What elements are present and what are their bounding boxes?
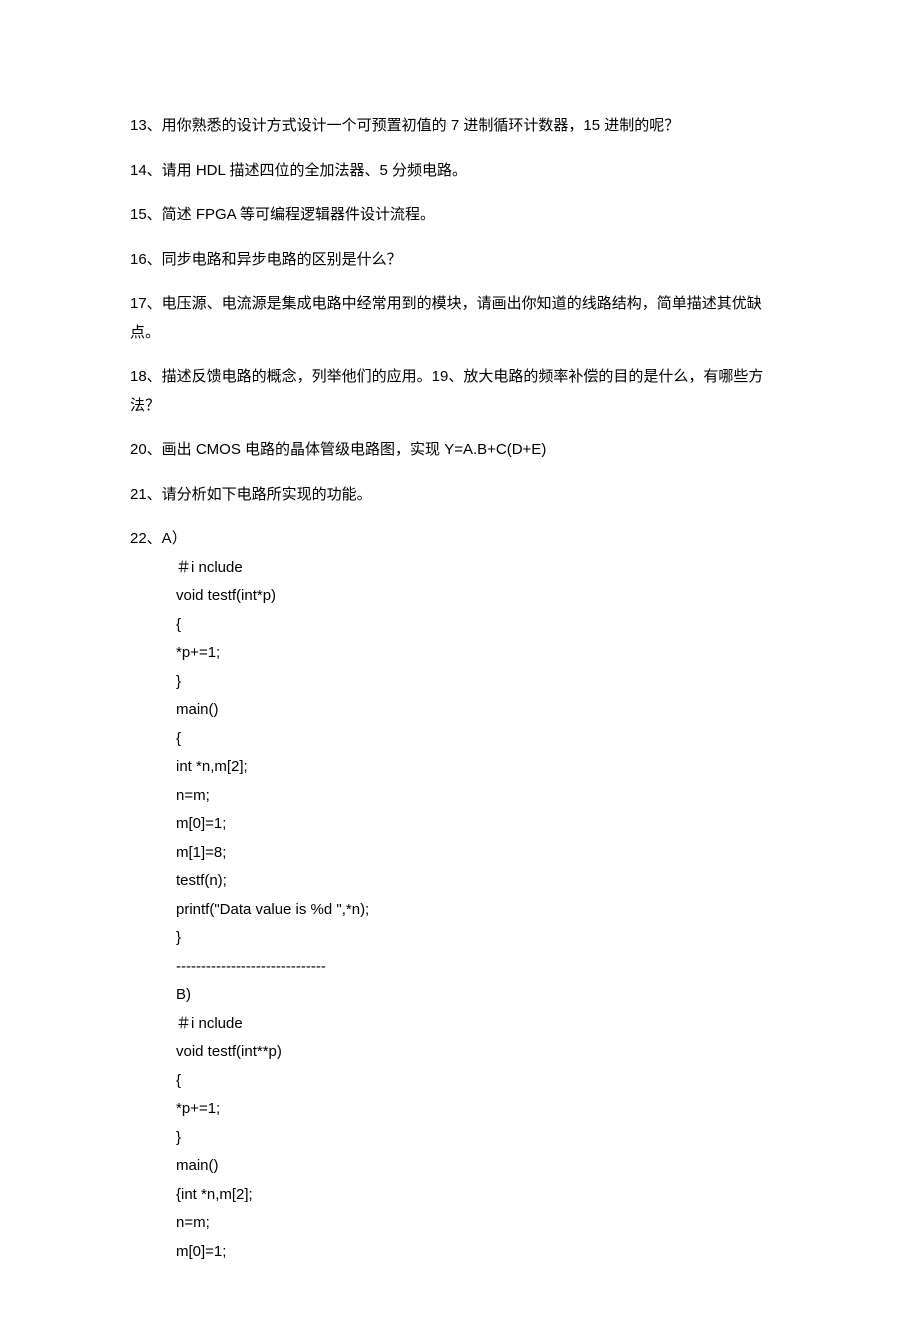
code-line: main() <box>130 1152 790 1181</box>
code-line: } <box>130 668 790 697</box>
question-text: 16、同步电路和异步电路的区别是什么？ <box>130 251 402 268</box>
code-line: m[1]=8; <box>130 839 790 868</box>
code-text: int *n,m[2]; <box>176 758 248 775</box>
code-text: *p+=1; <box>176 644 220 661</box>
code-line: int *n,m[2]; <box>130 753 790 782</box>
code-text: m[0]=1; <box>176 1243 226 1260</box>
question-14: 14、请用 HDL 描述四位的全加法器、5 分频电路。 <box>130 157 790 186</box>
code-text: { <box>176 616 181 633</box>
code-text: ＃i nclude <box>176 1015 243 1032</box>
question-16: 16、同步电路和异步电路的区别是什么？ <box>130 246 790 275</box>
code-line: m[0]=1; <box>130 1238 790 1267</box>
question-text: 17、电压源、电流源是集成电路中经常用到的模块，请画出你知道的线路结构，简单描述… <box>130 295 762 341</box>
code-text: n=m; <box>176 787 210 804</box>
code-line: n=m; <box>130 1209 790 1238</box>
code-text: } <box>176 673 181 690</box>
code-line: *p+=1; <box>130 1095 790 1124</box>
code-text: } <box>176 929 181 946</box>
code-line: { <box>130 611 790 640</box>
code-text: ＃i nclude <box>176 559 243 576</box>
code-line: testf(n); <box>130 867 790 896</box>
code-line: ＃i nclude <box>130 1010 790 1039</box>
code-text: {int *n,m[2]; <box>176 1186 253 1203</box>
code-text: printf("Data value is %d ",*n); <box>176 901 369 918</box>
code-text: m[0]=1; <box>176 815 226 832</box>
question-text: 18、描述反馈电路的概念，列举他们的应用。19、放大电路的频率补偿的目的是什么，… <box>130 368 763 414</box>
code-text: { <box>176 1072 181 1089</box>
code-text: main() <box>176 1157 219 1174</box>
question-text: 13、用你熟悉的设计方式设计一个可预置初值的 7 进制循环计数器，15 进制的呢… <box>130 117 679 134</box>
code-text: testf(n); <box>176 872 227 889</box>
code-first-line: 22、A） <box>130 525 790 554</box>
code-line: ------------------------------ <box>130 953 790 982</box>
code-line: } <box>130 1124 790 1153</box>
code-line: { <box>130 725 790 754</box>
code-line: ＃i nclude <box>130 554 790 583</box>
question-18-19: 18、描述反馈电路的概念，列举他们的应用。19、放大电路的频率补偿的目的是什么，… <box>130 363 790 420</box>
question-20: 20、画出 CMOS 电路的晶体管级电路图，实现 Y=A.B+C(D+E) <box>130 436 790 465</box>
code-line: {int *n,m[2]; <box>130 1181 790 1210</box>
code-line: n=m; <box>130 782 790 811</box>
code-text: main() <box>176 701 219 718</box>
code-line: m[0]=1; <box>130 810 790 839</box>
code-text: *p+=1; <box>176 1100 220 1117</box>
code-text: } <box>176 1129 181 1146</box>
code-line: void testf(int*p) <box>130 582 790 611</box>
question-17: 17、电压源、电流源是集成电路中经常用到的模块，请画出你知道的线路结构，简单描述… <box>130 290 790 347</box>
code-line: void testf(int**p) <box>130 1038 790 1067</box>
question-text: 20、画出 CMOS 电路的晶体管级电路图，实现 Y=A.B+C(D+E) <box>130 441 546 458</box>
code-text: ------------------------------ <box>176 958 326 975</box>
code-line: *p+=1; <box>130 639 790 668</box>
code-line: main() <box>130 696 790 725</box>
code-text: { <box>176 730 181 747</box>
code-text: B) <box>176 986 191 1003</box>
question-21: 21、请分析如下电路所实现的功能。 <box>130 481 790 510</box>
code-line: } <box>130 924 790 953</box>
code-text: void testf(int**p) <box>176 1043 282 1060</box>
question-text: 14、请用 HDL 描述四位的全加法器、5 分频电路。 <box>130 162 467 179</box>
question-text: 21、请分析如下电路所实现的功能。 <box>130 486 372 503</box>
code-line: B) <box>130 981 790 1010</box>
code-text: void testf(int*p) <box>176 587 276 604</box>
question-15: 15、简述 FPGA 等可编程逻辑器件设计流程。 <box>130 201 790 230</box>
code-line: { <box>130 1067 790 1096</box>
question-13: 13、用你熟悉的设计方式设计一个可预置初值的 7 进制循环计数器，15 进制的呢… <box>130 112 790 141</box>
question-22-code: 22、A） ＃i nclude void testf(int*p) { *p+=… <box>130 525 790 1266</box>
question-text: 15、简述 FPGA 等可编程逻辑器件设计流程。 <box>130 206 435 223</box>
code-text: m[1]=8; <box>176 844 226 861</box>
code-line: printf("Data value is %d ",*n); <box>130 896 790 925</box>
code-text: 22、A） <box>130 530 187 547</box>
code-text: n=m; <box>176 1214 210 1231</box>
